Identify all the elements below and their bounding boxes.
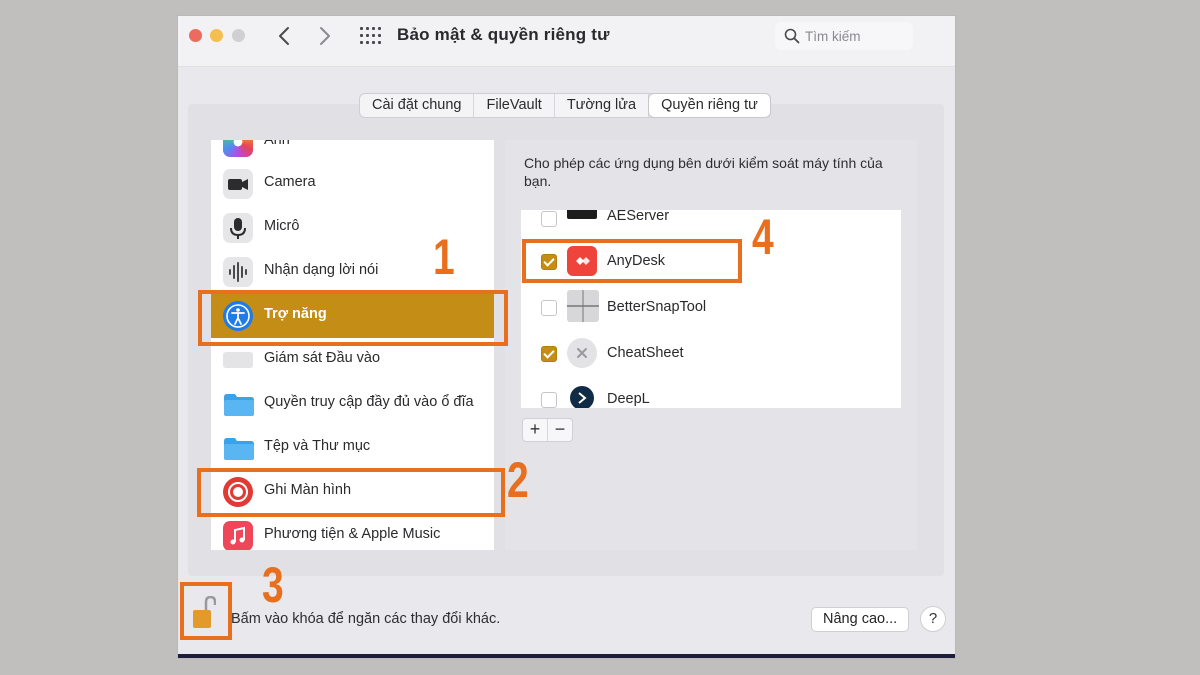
chevron-right-icon [320, 27, 330, 45]
chevron-left-icon [279, 27, 289, 45]
sidebar-item-media-apple-music[interactable]: Phương tiện & Apple Music [211, 514, 494, 550]
step-number-1: 1 [433, 229, 455, 285]
add-app-button[interactable]: + [523, 419, 548, 441]
lock-hint-text: Bấm vào khóa để ngăn các thay đổi khác. [231, 611, 501, 627]
sidebar-item-label: Micrô [264, 218, 300, 234]
speech-recognition-icon [223, 257, 253, 287]
zoom-window-button[interactable] [232, 29, 245, 42]
app-name: BetterSnapTool [607, 299, 707, 315]
app-row-bettersnaptool[interactable]: BetterSnapTool [521, 284, 901, 330]
highlight-box-anydesk [522, 239, 742, 283]
sidebar-item-camera[interactable]: Camera [211, 162, 494, 206]
sidebar-item-label: Phương tiện & Apple Music [264, 526, 441, 542]
forward-button[interactable] [314, 26, 336, 48]
sidebar-item-label: Nhận dạng lời nói [264, 262, 379, 278]
step-number-4: 4 [752, 209, 774, 265]
search-input[interactable] [805, 26, 905, 46]
microphone-icon [223, 213, 253, 243]
camera-icon [223, 169, 253, 199]
search-field[interactable] [775, 22, 913, 50]
add-remove-control: + − [522, 418, 573, 442]
sidebar-item-photos[interactable]: Ảnh [211, 140, 494, 164]
search-icon [784, 28, 800, 44]
highlight-box-accessibility [198, 290, 508, 346]
sidebar-item-label: Ảnh [264, 140, 290, 148]
advanced-button[interactable]: Nâng cao... [811, 607, 910, 632]
sidebar-item-label: Giám sát Đầu vào [264, 350, 381, 366]
app-checkbox[interactable] [541, 392, 557, 408]
app-name: DeepL [607, 391, 650, 407]
permission-panel: Cho phép các ứng dụng bên dưới kiểm soát… [505, 140, 917, 550]
deepl-icon [570, 386, 594, 408]
aeserver-icon [567, 210, 597, 219]
app-name: AEServer [607, 210, 670, 224]
app-row-cheatsheet[interactable]: CheatSheet [521, 330, 901, 376]
close-window-button[interactable] [189, 29, 202, 42]
sidebar-item-files-and-folders[interactable]: Tệp và Thư mục [211, 426, 494, 470]
tab-general[interactable]: Cài đặt chung [360, 94, 475, 117]
sidebar-item-label: Camera [264, 174, 316, 190]
folder-icon [223, 433, 254, 463]
title-bar: Bảo mật & quyền riêng tư [178, 16, 955, 67]
minimize-window-button[interactable] [210, 29, 223, 42]
tab-firewall[interactable]: Tường lửa [555, 94, 650, 117]
step-number-2: 2 [507, 452, 529, 508]
bettersnaptool-icon [567, 290, 599, 322]
tab-filevault[interactable]: FileVault [474, 94, 555, 117]
back-button[interactable] [273, 26, 295, 48]
step-number-3: 3 [262, 557, 284, 613]
cheatsheet-icon [567, 338, 597, 368]
sidebar-item-full-disk-access[interactable]: Quyền truy cập đầy đủ vào ổ đĩa [211, 382, 494, 426]
sidebar-item-label: Quyền truy cập đầy đủ vào ổ đĩa [264, 394, 474, 410]
highlight-box-lock [180, 582, 232, 640]
highlight-box-screen-recording [197, 468, 505, 517]
tab-bar: Cài đặt chung FileVault Tường lửa Quyền … [359, 93, 771, 118]
music-icon [223, 521, 253, 550]
app-row-deepl[interactable]: DeepL [521, 376, 901, 408]
photos-icon [223, 140, 253, 157]
app-checkbox[interactable] [541, 211, 557, 227]
sidebar-item-label: Tệp và Thư mục [264, 438, 371, 454]
help-button[interactable]: ? [920, 606, 946, 632]
window-title: Bảo mật & quyền riêng tư [397, 25, 610, 44]
app-name: CheatSheet [607, 345, 684, 361]
app-checkbox[interactable] [541, 300, 557, 316]
permission-description: Cho phép các ứng dụng bên dưới kiểm soát… [524, 155, 883, 189]
window-bottom-edge [178, 654, 955, 658]
tab-privacy[interactable]: Quyền riêng tư [649, 94, 770, 117]
keyboard-icon [223, 352, 253, 368]
remove-app-button[interactable]: − [548, 419, 572, 441]
app-checkbox[interactable] [541, 346, 557, 362]
folder-icon [223, 389, 254, 419]
show-all-grid-icon[interactable] [360, 27, 381, 45]
